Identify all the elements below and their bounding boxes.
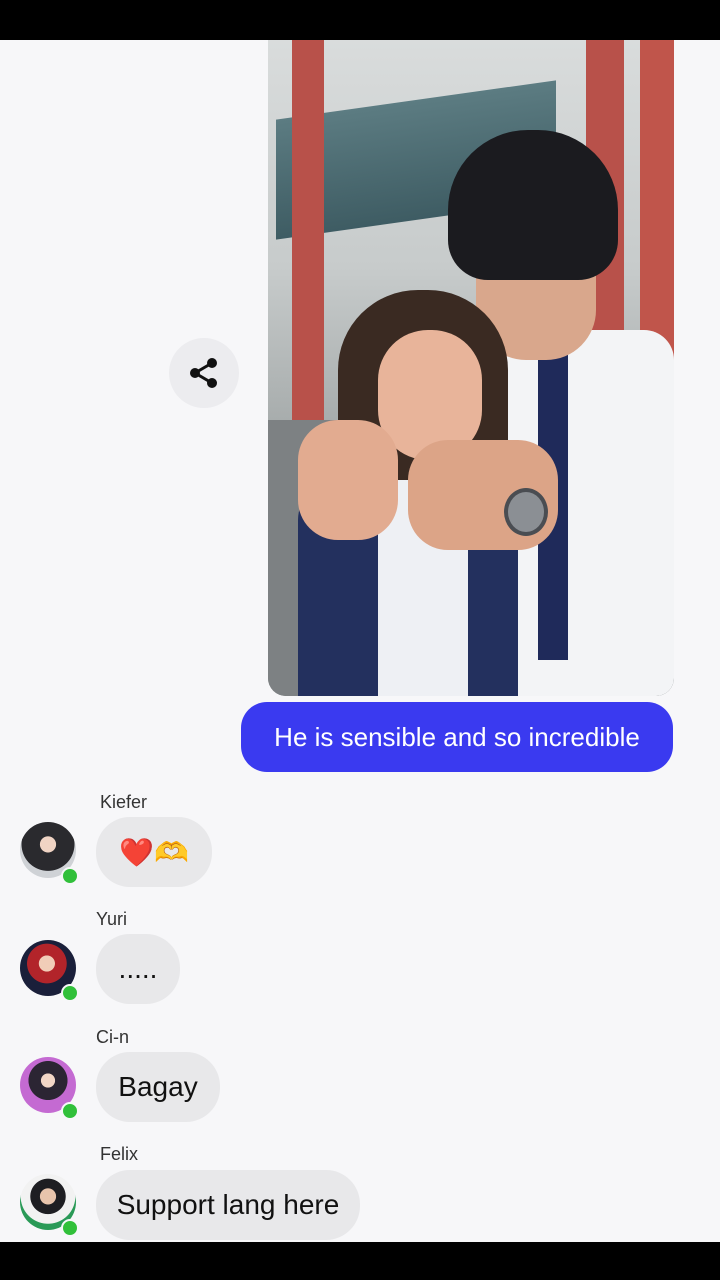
sender-name: Ci-n — [96, 1027, 130, 1047]
share-icon — [190, 358, 217, 388]
sender-name: Kiefer — [100, 792, 148, 812]
message-text: Bagay — [118, 1071, 198, 1102]
shared-photo[interactable] — [268, 40, 674, 696]
message-bubble[interactable]: Bagay — [96, 1052, 220, 1122]
share-button[interactable] — [169, 338, 239, 408]
message-text: ❤️🫶 — [119, 836, 189, 868]
chat-screen: He is sensible and so incredible Kiefer … — [0, 40, 720, 1242]
sender-name: Felix — [100, 1144, 139, 1164]
photo-watch — [504, 488, 548, 536]
message-text: ..... — [118, 953, 158, 984]
online-status-dot — [61, 1219, 79, 1237]
message-bubble[interactable]: ❤️🫶 — [96, 817, 212, 887]
online-status-dot — [61, 1102, 79, 1120]
message-text: Support lang here — [116, 1189, 340, 1220]
photo-pillar — [292, 40, 324, 430]
my-message-bubble[interactable]: He is sensible and so incredible — [241, 702, 673, 772]
photo-hand — [298, 420, 398, 540]
message-bubble[interactable]: Support lang here — [96, 1170, 360, 1240]
my-message-text: He is sensible and so incredible — [274, 721, 640, 752]
message-bubble[interactable]: ..... — [96, 934, 180, 1004]
photo-boy-hair — [448, 130, 618, 280]
photo-pillar — [640, 40, 674, 370]
sender-name: Yuri — [96, 909, 128, 929]
online-status-dot — [61, 984, 79, 1002]
online-status-dot — [61, 867, 79, 885]
